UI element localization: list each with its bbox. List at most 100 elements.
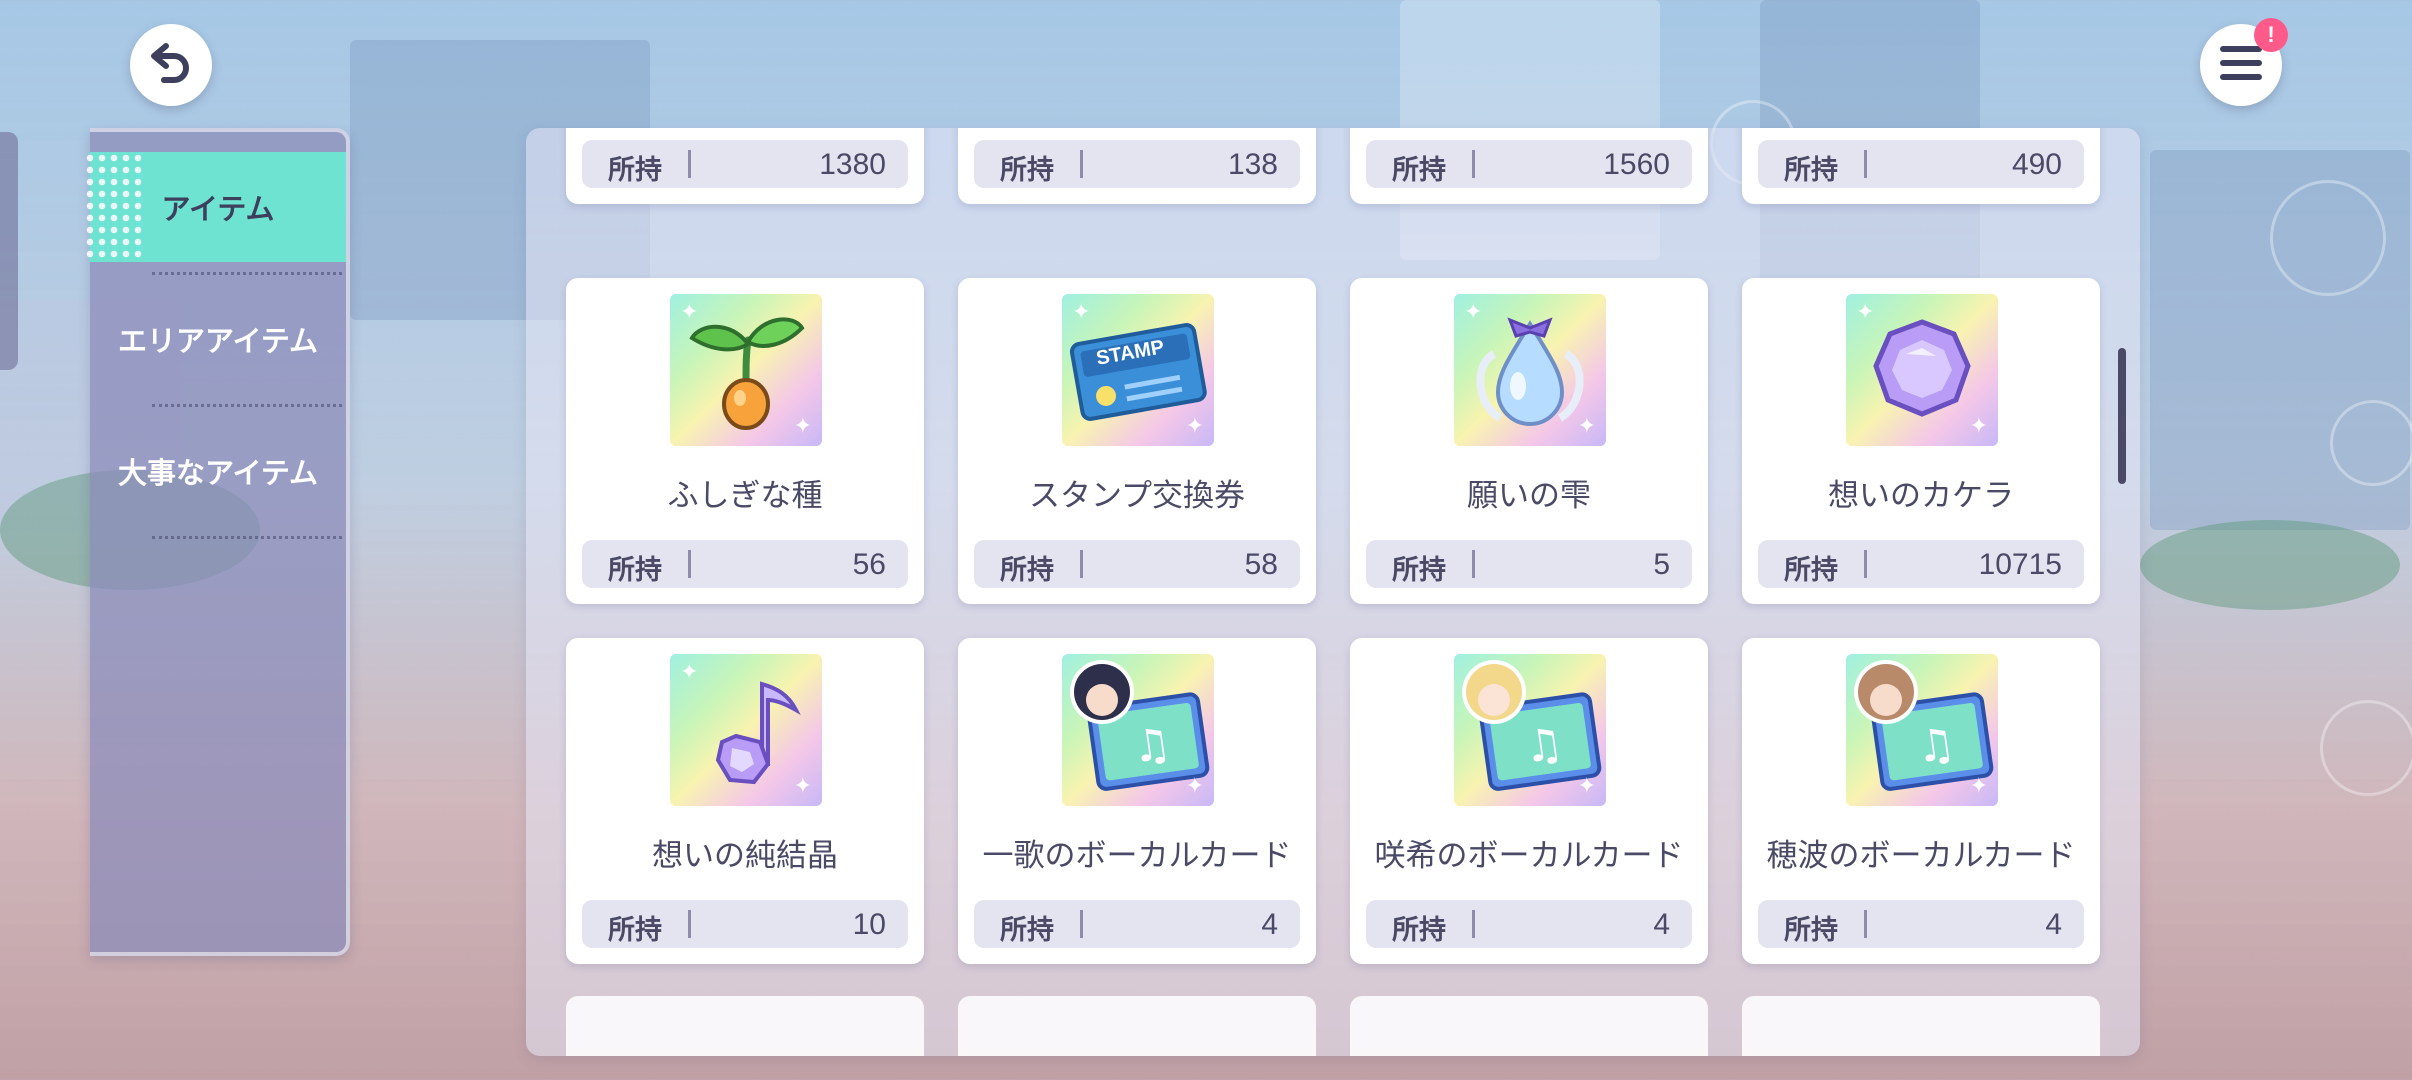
divider [688, 550, 691, 578]
sidebar-item-label: 大事なアイテム [117, 456, 319, 490]
divider [688, 150, 691, 178]
owned-count: 1560 [1603, 148, 1670, 181]
divider [152, 272, 342, 275]
owned-count-row: 所持 5 [1366, 540, 1692, 588]
owned-count-row: 所持 4 [974, 900, 1300, 948]
feeling-fragment-gem-icon: ✦ ✦ [1846, 294, 1998, 446]
owned-count-row: 所持 58 [974, 540, 1300, 588]
divider [1472, 150, 1475, 178]
item-card[interactable] [566, 996, 924, 1056]
stamp-ticket-icon: STAMP ✦ ✦ [1062, 294, 1214, 446]
item-name: 想いのカケラ [1828, 478, 2014, 514]
divider [1080, 550, 1083, 578]
item-card[interactable] [1742, 996, 2100, 1056]
wish-drop-icon: ✦ ✦ [1454, 294, 1606, 446]
owned-count: 5 [1653, 548, 1670, 581]
divider [152, 536, 342, 539]
svg-text:♫: ♫ [1520, 718, 1566, 774]
owned-label: 所持 [1784, 915, 1838, 946]
owned-count-row: 所持 1380 [582, 140, 908, 188]
owned-count-row: 所持 138 [974, 140, 1300, 188]
item-card[interactable]: 所持 1380 [566, 128, 924, 204]
owned-label: 所持 [608, 155, 662, 186]
owned-count-row: 所持 1560 [1366, 140, 1692, 188]
owned-label: 所持 [1000, 155, 1054, 186]
item-name: 穂波のボーカルカード [1766, 838, 2076, 874]
item-card[interactable]: ✦ ✦ 想いの純結晶 所持 10 [566, 638, 924, 964]
divider [1472, 910, 1475, 938]
sprout-seed-icon: ✦ ✦ [670, 294, 822, 446]
item-name: 咲希のボーカルカード [1374, 838, 1684, 874]
svg-text:♫: ♫ [1128, 718, 1174, 774]
sidebar-item-items[interactable]: アイテム [84, 152, 346, 262]
item-card[interactable]: 所持 1560 [1350, 128, 1708, 204]
divider [1080, 150, 1083, 178]
divider [1864, 550, 1867, 578]
owned-label: 所持 [1784, 555, 1838, 586]
divider [1080, 910, 1083, 938]
category-sidebar: アイテム エリアアイテム 大事なアイテム [84, 128, 350, 956]
owned-count: 490 [2011, 148, 2062, 181]
sidebar-item-important-items[interactable]: 大事なアイテム [90, 416, 346, 526]
owned-count: 1380 [819, 148, 886, 181]
divider [688, 910, 691, 938]
item-name: 一歌のボーカルカード [982, 838, 1292, 874]
owned-label: 所持 [1784, 155, 1838, 186]
item-card[interactable]: ✦ ✦ 想いのカケラ 所持 10715 [1742, 278, 2100, 604]
back-button[interactable] [130, 24, 212, 106]
owned-count: 58 [1244, 548, 1278, 581]
owned-count-row: 所持 490 [1758, 140, 2084, 188]
divider [1472, 550, 1475, 578]
item-card[interactable] [1350, 996, 1708, 1056]
divider [152, 404, 342, 407]
owned-count-row: 所持 56 [582, 540, 908, 588]
item-card[interactable]: ♫ ✦ 一歌のボーカルカード 所持 4 [958, 638, 1316, 964]
item-name: スタンプ交換券 [1028, 478, 1246, 514]
saki-vocal-card-icon: ♫ ✦ [1454, 654, 1606, 806]
owned-label: 所持 [1392, 555, 1446, 586]
owned-label: 所持 [608, 555, 662, 586]
item-card[interactable]: ♫ ✦ 穂波のボーカルカード 所持 4 [1742, 638, 2100, 964]
item-name: 願いの雫 [1467, 478, 1591, 514]
owned-count-row: 所持 10 [582, 900, 908, 948]
owned-count: 4 [1261, 908, 1278, 941]
hamburger-menu-icon [2220, 44, 2262, 86]
scrollbar[interactable] [2118, 348, 2126, 484]
owned-count: 10 [852, 908, 886, 941]
notification-badge: ! [2254, 18, 2288, 52]
owned-label: 所持 [1392, 915, 1446, 946]
svg-text:♫: ♫ [1912, 718, 1958, 774]
owned-label: 所持 [608, 915, 662, 946]
item-card[interactable]: 所持 490 [1742, 128, 2100, 204]
owned-count: 10715 [1978, 548, 2062, 581]
item-card[interactable] [958, 996, 1316, 1056]
owned-label: 所持 [1392, 155, 1446, 186]
owned-count: 138 [1227, 148, 1278, 181]
sidebar-item-label: アイテム [161, 192, 275, 226]
item-name: ふしぎな種 [667, 478, 823, 514]
tab-dot-pattern [84, 152, 144, 262]
owned-count: 56 [852, 548, 886, 581]
ichika-vocal-card-icon: ♫ ✦ [1062, 654, 1214, 806]
divider [1864, 910, 1867, 938]
item-card[interactable]: ♫ ✦ 咲希のボーカルカード 所持 4 [1350, 638, 1708, 964]
menu-button[interactable]: ! [2200, 18, 2288, 106]
pure-crystal-note-icon: ✦ ✦ [670, 654, 822, 806]
owned-count: 4 [2045, 908, 2062, 941]
sidebar-item-area-items[interactable]: エリアアイテム [90, 284, 346, 394]
left-edge-tab [0, 132, 18, 370]
owned-label: 所持 [1000, 555, 1054, 586]
divider [1864, 150, 1867, 178]
item-list-panel[interactable]: 所持 1380 所持 138 所持 1560 所持 490 ✦ ✦ ふしぎな種 … [526, 128, 2140, 1056]
item-card[interactable]: 所持 138 [958, 128, 1316, 204]
item-card[interactable]: ✦ ✦ 願いの雫 所持 5 [1350, 278, 1708, 604]
owned-count: 4 [1653, 908, 1670, 941]
owned-label: 所持 [1000, 915, 1054, 946]
item-card[interactable]: ✦ ✦ ふしぎな種 所持 56 [566, 278, 924, 604]
owned-count-row: 所持 4 [1758, 900, 2084, 948]
owned-count-row: 所持 4 [1366, 900, 1692, 948]
honami-vocal-card-icon: ♫ ✦ [1846, 654, 1998, 806]
back-arrow-icon [148, 40, 194, 90]
item-card[interactable]: STAMP ✦ ✦ スタンプ交換券 所持 58 [958, 278, 1316, 604]
owned-count-row: 所持 10715 [1758, 540, 2084, 588]
